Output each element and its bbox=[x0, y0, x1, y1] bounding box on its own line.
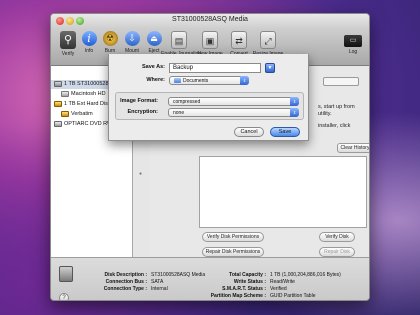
cancel-button[interactable]: Cancel bbox=[234, 127, 264, 137]
sidebar-item-label: Verbatim bbox=[71, 111, 93, 117]
popup-arrows-icon: ⇕ bbox=[240, 76, 249, 85]
mount-icon: ⇩ bbox=[124, 31, 140, 46]
save-as-label: Save As: bbox=[141, 64, 165, 70]
connection-type-label: Connection Type : bbox=[103, 286, 147, 292]
encryption-popup[interactable]: none ⇕ bbox=[168, 108, 299, 117]
connection-type-value: Internal bbox=[151, 286, 168, 292]
encryption-label: Encryption: bbox=[127, 109, 158, 115]
sidebar-item-label: 1 TB Ext Hard Disk bbox=[64, 101, 111, 107]
expand-browser-button[interactable]: ▼ bbox=[265, 63, 275, 73]
write-status-label: Write Status : bbox=[233, 279, 266, 285]
new-image-icon: ▣ bbox=[202, 31, 218, 49]
image-options-box: Image Format: compressed ⇕ Encryption: n… bbox=[115, 92, 304, 120]
instructions-text-3: installer, click bbox=[318, 123, 351, 129]
verify-disk-permissions-button[interactable]: Verify Disk Permissions bbox=[202, 232, 264, 242]
total-capacity-value: 1 TB (1,000,204,886,016 Bytes) bbox=[270, 272, 341, 278]
partition-scheme-value: GUID Partition Table bbox=[270, 293, 316, 299]
optical-drive-icon bbox=[54, 120, 62, 127]
journaling-icon: ▤ bbox=[171, 31, 187, 49]
where-label: Where: bbox=[146, 77, 165, 83]
total-capacity-label: Total Capacity : bbox=[229, 272, 266, 278]
eject-icon: ⏏ bbox=[146, 31, 162, 46]
verify-disk-button[interactable]: Verify Disk bbox=[319, 232, 355, 242]
partition-scheme-label: Partition Map Scheme : bbox=[210, 293, 266, 299]
where-value: Documents bbox=[183, 78, 209, 84]
sidebar-item-ext-hard-disk[interactable]: 1 TB Ext Hard Disk bbox=[54, 100, 111, 109]
tab-bar-stub[interactable] bbox=[323, 77, 359, 86]
resize-image-icon: ⤢ bbox=[260, 31, 276, 49]
repair-disk-permissions-button[interactable]: Repair Disk Permissions bbox=[202, 247, 264, 257]
repair-disk-button[interactable]: Repair Disk bbox=[319, 247, 355, 257]
image-format-popup[interactable]: compressed ⇕ bbox=[168, 97, 299, 106]
log-icon: ▭ bbox=[344, 35, 362, 47]
connection-bus-value: SATA bbox=[151, 279, 164, 285]
instructions-text-1: s, start up from bbox=[318, 104, 355, 110]
help-button[interactable]: ? bbox=[59, 293, 69, 300]
volume-icon bbox=[61, 90, 69, 97]
log-label: Log bbox=[348, 49, 358, 55]
sidebar-item-verbatim[interactable]: Verbatim bbox=[61, 110, 93, 119]
sidebar-item-label: Macintosh HD bbox=[71, 91, 106, 97]
new-image-save-sheet: Save As: Backup ▼ Where: Documents ⇕ Ima… bbox=[108, 54, 309, 141]
smart-status-value: Verified bbox=[270, 286, 287, 292]
sidebar-item-macintosh-hd[interactable]: Macintosh HD bbox=[61, 90, 106, 99]
instructions-text-2: utility. bbox=[318, 111, 332, 117]
external-disk-icon bbox=[54, 100, 62, 107]
history-log-box[interactable] bbox=[199, 156, 367, 228]
disk-info-bar: ? Disk Description : ST31000528ASQ Media… bbox=[51, 257, 369, 300]
image-format-label: Image Format: bbox=[120, 98, 158, 104]
convert-icon: ⇄ bbox=[231, 31, 247, 49]
popup-arrows-icon: ⇕ bbox=[290, 97, 299, 106]
splitter-handle-icon: ● bbox=[139, 171, 143, 177]
folder-icon bbox=[174, 78, 181, 84]
external-volume-icon bbox=[61, 110, 69, 117]
encryption-value: none bbox=[173, 110, 185, 116]
where-popup[interactable]: Documents ⇕ bbox=[169, 76, 249, 85]
title-bar: ST31000528ASQ Media bbox=[51, 14, 369, 28]
save-button[interactable]: Save bbox=[270, 127, 300, 137]
image-format-value: compressed bbox=[173, 99, 201, 105]
window-title: ST31000528ASQ Media bbox=[172, 16, 248, 23]
log-toolbar-button[interactable]: ▭ Log bbox=[339, 31, 367, 55]
sidebar-item-label: OPTIARC DVD RW bbox=[64, 121, 113, 127]
smart-status-label: S.M.A.R.T. Status : bbox=[222, 286, 266, 292]
clear-history-button[interactable]: Clear History bbox=[337, 143, 369, 153]
connection-bus-label: Connection Bus : bbox=[105, 279, 147, 285]
info-icon: i bbox=[81, 31, 97, 46]
popup-arrows-icon: ⇕ bbox=[290, 108, 299, 117]
disk-description-label: Disk Description : bbox=[104, 272, 147, 278]
disk-description-value: ST31000528ASQ Media bbox=[151, 272, 206, 278]
burn-icon: ☢ bbox=[102, 31, 118, 46]
hard-disk-icon bbox=[59, 266, 73, 282]
hard-disk-icon bbox=[54, 80, 62, 87]
sidebar-item-optiarc-dvd[interactable]: OPTIARC DVD RW bbox=[54, 120, 112, 129]
save-as-field[interactable]: Backup bbox=[169, 63, 261, 73]
microscope-icon: ⚲ bbox=[60, 31, 76, 49]
write-status-value: Read/Write bbox=[270, 279, 295, 285]
